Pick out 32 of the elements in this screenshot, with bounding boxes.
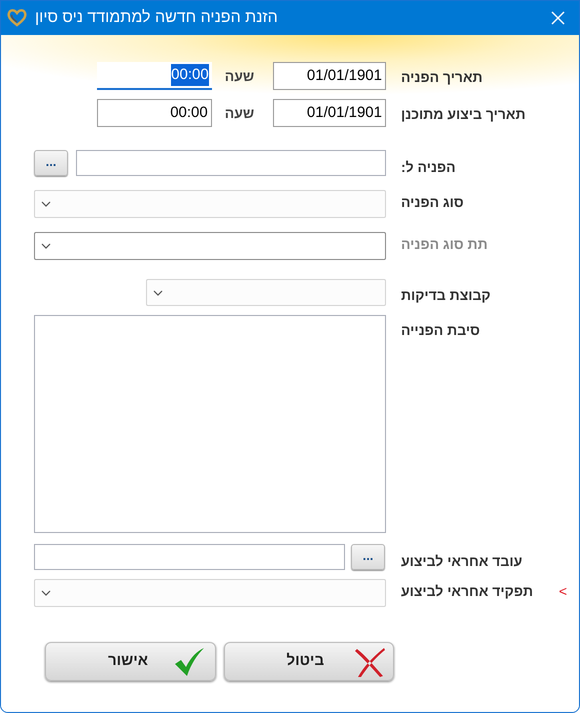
field-label: סיבת הפנייה (401, 321, 480, 340)
field-label: תאריך ביצוע מתוכנן (401, 105, 526, 124)
field-label: הפניה ל: (401, 158, 456, 177)
browse-button[interactable]: ... (351, 544, 385, 570)
time-label: שעה (224, 66, 256, 86)
date-field[interactable]: 01/01/1901 (273, 99, 386, 127)
window-title: הזנת הפניה חדשה למתמודד ניס סיון (35, 8, 278, 28)
heart-icon (7, 9, 27, 27)
checkmark-icon (173, 646, 205, 676)
cross-icon (354, 646, 386, 678)
text-field[interactable] (34, 544, 345, 570)
field-label: תפקיד אחראי לביצוע (401, 582, 533, 601)
text-field[interactable] (76, 150, 386, 176)
time-label: שעה (224, 104, 256, 122)
chevron-icon (41, 590, 51, 596)
dropdown[interactable] (34, 232, 386, 260)
time-field[interactable]: 00:00 (97, 99, 212, 127)
required-marker: < (558, 582, 567, 601)
time-field[interactable]: 00:00 (97, 62, 212, 90)
field-label: תאריך הפניה (401, 68, 483, 87)
field-label: סוג הפניה (401, 193, 464, 212)
close-icon[interactable] (551, 11, 565, 25)
field-label: עובד אחראי לביצוע (401, 552, 522, 571)
chevron-icon (41, 243, 51, 249)
field-label: תת סוג הפניה (401, 235, 488, 254)
ok-button[interactable]: אישור (45, 642, 216, 681)
chevron-icon (41, 201, 51, 207)
field-label: קבוצת בדיקות (401, 286, 491, 305)
browse-button[interactable]: ... (34, 150, 68, 176)
date-field[interactable]: 01/01/1901 (273, 62, 386, 90)
cancel-button[interactable]: ביטול (224, 642, 394, 681)
chevron-icon (153, 290, 163, 296)
